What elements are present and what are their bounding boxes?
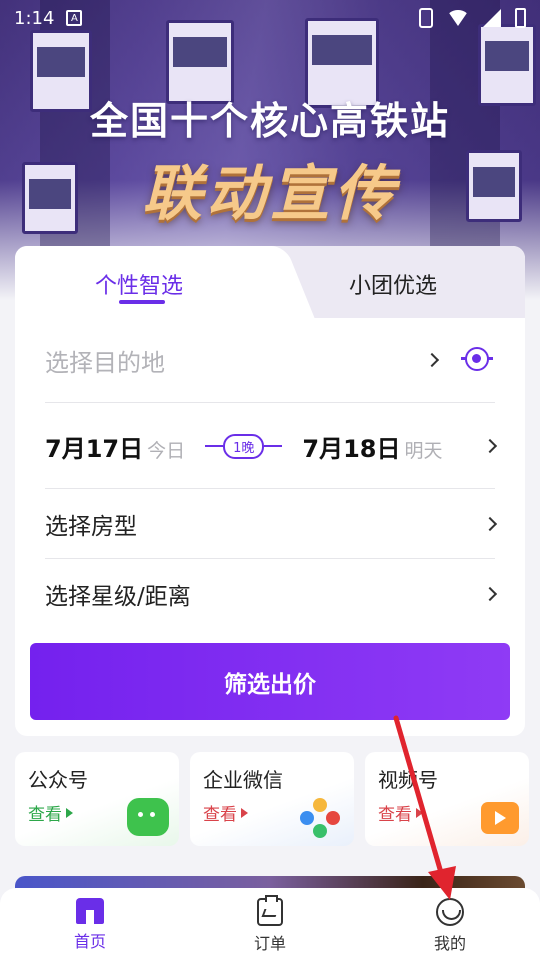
checkout-day-label: 明天 [404,439,443,462]
hotel-search-card: 个性智选 小团优选 选择目的地 7月17日 今日 1晚 7月18日 明天 选择房… [15,246,525,736]
battery-icon [515,8,526,28]
divider [45,488,495,489]
nights-badge: 1晚 [205,433,283,459]
wework-title: 企业微信 [203,768,283,792]
video-channel-view-link[interactable]: 查看 [378,800,423,825]
status-time: 1:14 [14,7,55,29]
play-arrow-icon [416,807,423,818]
checkin-date: 7月17日 [45,434,144,463]
nav-profile[interactable]: 我的 [360,888,540,960]
search-tabs: 个性智选 小团优选 [15,246,525,318]
room-type-label: 选择房型 [45,514,137,540]
date-selector[interactable]: 7月17日 今日 1晚 7月18日 明天 [45,424,498,468]
home-icon [76,898,104,924]
play-arrow-icon [66,807,73,818]
divider [45,402,495,403]
chevron-right-icon [482,438,498,454]
nav-orders[interactable]: 订单 [180,888,360,960]
order-icon [257,895,283,926]
wifi-icon [447,10,469,26]
tab-active-indicator [119,300,165,304]
divider [45,558,495,559]
wework-icon [300,798,340,838]
official-account-view-link[interactable]: 查看 [28,800,73,825]
nights-count: 1晚 [223,433,265,459]
destination-placeholder: 选择目的地 [45,348,165,377]
wechat-icon [127,798,169,836]
bottom-nav: 首页 订单 我的 [0,888,540,960]
checkin-day-label: 今日 [147,439,186,462]
room-type-field[interactable]: 选择房型 [45,504,498,544]
destination-field[interactable]: 选择目的地 [45,338,495,382]
hero-headline: 全国十个核心高铁站 [89,99,450,143]
play-arrow-icon [241,807,248,818]
video-channel-card[interactable]: 视频号 查看 [365,752,529,846]
vibrate-icon [419,8,433,28]
hero-slogan: 联动宣传 [142,159,398,229]
official-account-title: 公众号 [28,768,88,792]
video-channel-title: 视频号 [378,768,438,792]
filter-price-button[interactable]: 筛选出价 [30,643,510,720]
checkout-date: 7月18日 [302,434,401,463]
star-distance-label: 选择星级/距离 [45,584,191,610]
profile-icon [436,898,464,926]
status-bar: 1:14 A [0,0,540,36]
wework-view-link[interactable]: 查看 [203,800,248,825]
star-distance-field[interactable]: 选择星级/距离 [45,573,498,615]
wework-card[interactable]: 企业微信 查看 [190,752,354,846]
nav-home[interactable]: 首页 [0,888,180,960]
signal-icon [483,9,501,27]
chevron-right-icon [482,586,498,602]
tab-smart-select[interactable]: 个性智选 [95,268,183,300]
official-account-card[interactable]: 公众号 查看 [15,752,179,846]
tab-group-select[interactable]: 小团优选 [349,268,437,300]
a-notification-icon: A [66,10,83,26]
chevron-right-icon [424,352,440,368]
nav-orders-label: 订单 [253,934,286,953]
nav-profile-label: 我的 [433,934,466,953]
chevron-right-icon [482,516,498,532]
status-icons [419,8,526,28]
nav-home-label: 首页 [73,932,106,951]
video-channel-icon [481,802,519,834]
locate-icon[interactable] [461,347,493,371]
